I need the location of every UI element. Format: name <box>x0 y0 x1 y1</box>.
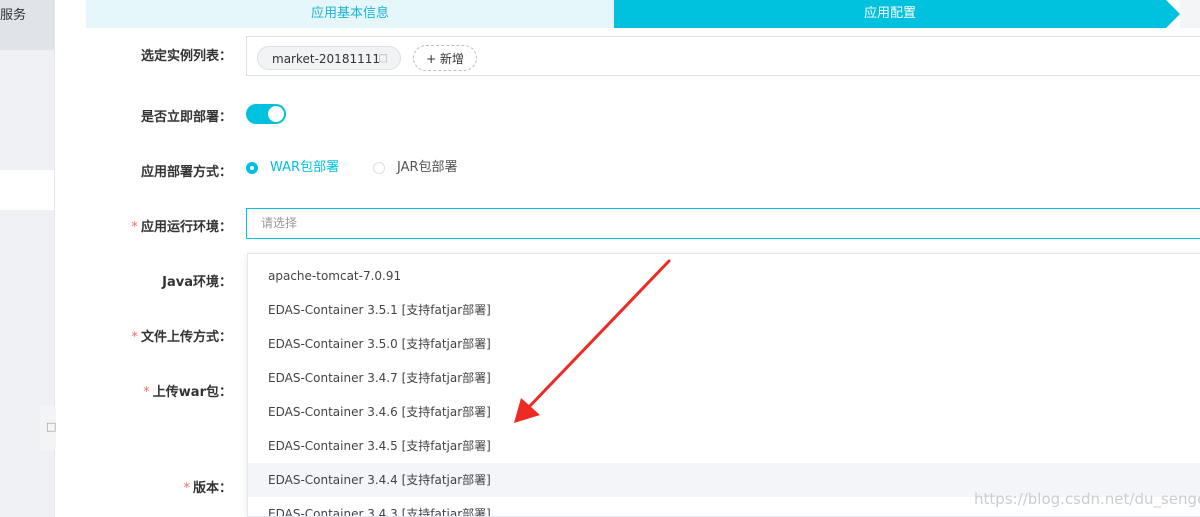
step-basic-info: 应用基本信息 <box>86 0 614 28</box>
dropdown-option[interactable]: EDAS-Container 3.4.7 [支持fatjar部署] <box>248 361 1200 395</box>
version-label: * 版本： <box>183 481 232 496</box>
dropdown-option[interactable]: EDAS-Container 3.5.1 [支持fatjar部署] <box>248 293 1200 327</box>
required-mark: * <box>131 220 138 235</box>
dropdown-option[interactable]: apache-tomcat-7.0.91 <box>248 259 1200 293</box>
runtime-env-label: * 应用运行环境： <box>131 220 232 235</box>
deploy-now-toggle[interactable] <box>246 104 286 124</box>
instance-tag[interactable]: market-20181111 □ <box>257 46 401 70</box>
java-env-label: Java环境： <box>162 275 232 290</box>
collapse-icon: □ <box>46 420 57 433</box>
deploy-method-label: 应用部署方式： <box>140 165 232 180</box>
radio-label: WAR包部署 <box>270 160 340 175</box>
close-icon[interactable]: □ <box>379 47 388 71</box>
step-arrow <box>1166 0 1180 28</box>
sidebar-item-label: 服务 <box>0 8 27 23</box>
dropdown-option[interactable]: EDAS-Container 3.4.5 [支持fatjar部署] <box>248 429 1200 463</box>
radio-unchecked-icon <box>373 162 385 174</box>
upload-method-label: * 文件上传方式： <box>131 330 232 345</box>
upload-war-label: * 上传war包： <box>143 385 232 400</box>
add-instance-button[interactable]: + 新增 <box>413 45 477 71</box>
dropdown-option[interactable]: EDAS-Container 3.4.6 [支持fatjar部署] <box>248 395 1200 429</box>
deploy-now-label: 是否立即部署： <box>140 110 232 125</box>
required-mark: * <box>183 481 190 496</box>
watermark: https://blog.csdn.net/du_senge <box>974 490 1200 508</box>
sidebar-collapse-handle[interactable]: □ <box>40 405 56 451</box>
runtime-env-select[interactable]: 请选择 <box>246 208 1200 239</box>
step-app-config: 应用配置 <box>614 0 1166 28</box>
dropdown-option[interactable]: EDAS-Container 3.5.0 [支持fatjar部署] <box>248 327 1200 361</box>
sidebar-item-service[interactable]: 服务 <box>0 0 54 50</box>
step-progress: 应用基本信息 应用配置 <box>86 0 1200 28</box>
toggle-knob <box>268 106 284 122</box>
sidebar-item-active[interactable] <box>0 170 54 210</box>
instance-list-label: 选定实例列表： <box>140 49 232 64</box>
required-mark: * <box>131 330 138 345</box>
instance-tag-label: market-20181111 <box>272 52 380 66</box>
radio-label: JAR包部署 <box>397 160 458 175</box>
step-next <box>1180 0 1200 28</box>
radio-checked-icon <box>246 162 258 174</box>
required-mark: * <box>143 385 150 400</box>
runtime-env-dropdown: apache-tomcat-7.0.91 EDAS-Container 3.5.… <box>247 253 1200 517</box>
instance-list-box: market-20181111 □ + 新增 <box>246 36 1200 76</box>
